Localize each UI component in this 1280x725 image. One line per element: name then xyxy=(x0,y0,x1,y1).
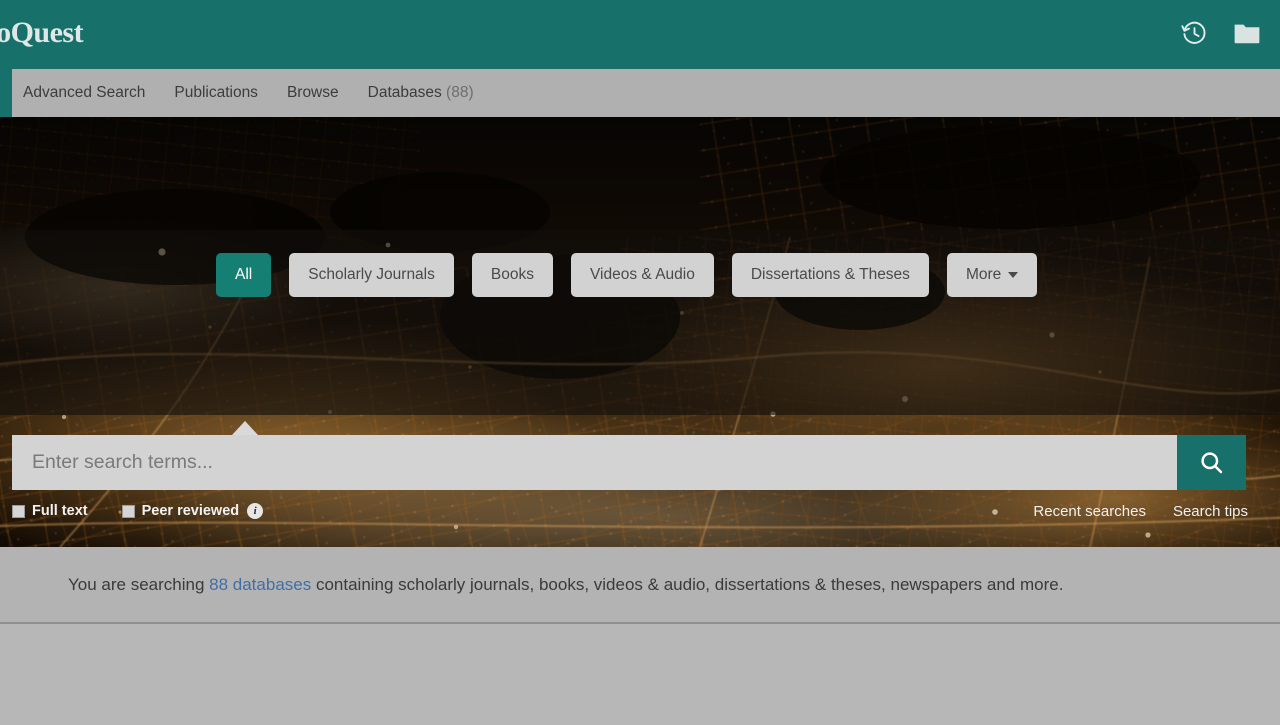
tab-scholarly-journals[interactable]: Scholarly Journals xyxy=(289,253,454,297)
tab-label: Dissertations & Theses xyxy=(750,266,910,283)
nav-item-publications[interactable]: Publications xyxy=(174,84,258,102)
proquest-logo[interactable]: ProQuest xyxy=(0,16,84,50)
info-prefix: You are searching xyxy=(68,574,210,594)
nav-item-label: Publications xyxy=(174,84,258,101)
info-suffix: containing scholarly journals, books, vi… xyxy=(311,574,1064,594)
full-text-checkbox[interactable] xyxy=(12,504,25,518)
databases-info-text: You are searching 88 databases containin… xyxy=(68,575,1063,595)
peer-reviewed-option[interactable]: Peer reviewed i xyxy=(121,503,264,519)
main-navigation-bar: Advanced Search Publications Browse Data… xyxy=(0,69,1280,117)
search-button[interactable] xyxy=(1177,435,1246,490)
tab-label: Scholarly Journals xyxy=(308,266,435,283)
nav-item-label: Browse xyxy=(286,84,339,101)
search-format-tabs: All Scholarly Journals Books Videos & Au… xyxy=(216,253,1038,297)
full-text-option[interactable]: Full text xyxy=(12,503,88,519)
databases-info-strip: You are searching 88 databases containin… xyxy=(0,547,1280,622)
header-icon-group xyxy=(1179,18,1262,48)
info-icon[interactable]: i xyxy=(247,503,264,519)
active-tab-pointer xyxy=(232,421,258,435)
peer-reviewed-checkbox[interactable] xyxy=(121,504,135,518)
tab-more[interactable]: More xyxy=(946,253,1038,297)
recent-searches-link[interactable]: Recent searches xyxy=(1033,503,1146,520)
nav-item-advanced-search[interactable]: Advanced Search xyxy=(23,84,145,102)
search-options-row: Full text Peer reviewed i Recent searche… xyxy=(12,498,1248,524)
databases-count-link[interactable]: 88 databases xyxy=(209,575,311,594)
tab-dissertations-theses[interactable]: Dissertations & Theses xyxy=(731,253,929,297)
search-helper-links: Recent searches Search tips xyxy=(1033,503,1248,520)
search-tips-link[interactable]: Search tips xyxy=(1173,503,1248,520)
tab-label: All xyxy=(235,266,253,283)
recent-searches-icon[interactable] xyxy=(1179,18,1209,48)
top-header: ProQuest xyxy=(0,0,1280,69)
tab-label: More xyxy=(965,266,1002,283)
tab-videos-audio[interactable]: Videos & Audio xyxy=(570,253,714,297)
tab-label: Videos & Audio xyxy=(589,266,695,283)
nav-item-label: Databases xyxy=(367,84,442,101)
tab-all[interactable]: All xyxy=(216,253,272,297)
full-text-label[interactable]: Full text xyxy=(32,503,88,519)
proquest-search-page: ProQuest Advanced Search xyxy=(0,0,1280,725)
hero-banner: All Scholarly Journals Books Videos & Au… xyxy=(0,117,1280,547)
tab-books[interactable]: Books xyxy=(471,253,553,297)
search-input[interactable] xyxy=(12,435,1177,490)
nav-item-list: Advanced Search Publications Browse Data… xyxy=(23,69,474,117)
nav-databases-count: (88) xyxy=(446,84,474,101)
nav-item-browse[interactable]: Browse xyxy=(287,84,339,102)
page-footer: M DEARBORN MARDIGIAN LIBRARY xyxy=(0,624,1280,725)
tab-label: Books xyxy=(490,266,534,283)
folder-icon[interactable] xyxy=(1232,18,1262,48)
search-bar xyxy=(12,435,1246,490)
nav-left-accent xyxy=(0,69,12,117)
peer-reviewed-label[interactable]: Peer reviewed xyxy=(142,503,240,519)
nav-item-databases[interactable]: Databases (88) xyxy=(368,84,474,102)
chevron-down-icon xyxy=(1008,272,1019,278)
nav-item-label: Advanced Search xyxy=(23,84,146,101)
